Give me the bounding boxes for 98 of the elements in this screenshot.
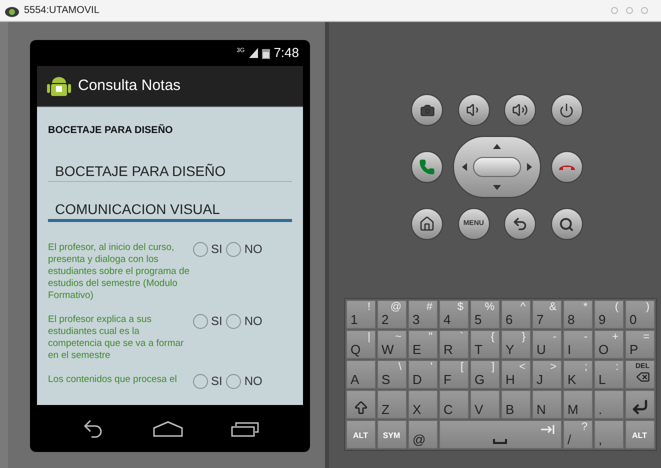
keyboard-key[interactable]: J > <box>532 360 562 389</box>
keyboard-key[interactable]: O + <box>594 330 624 359</box>
backspace-icon <box>636 370 650 384</box>
keyboard-key[interactable]: B <box>500 390 530 419</box>
radio-label: NO <box>244 241 262 258</box>
keyboard-key[interactable]: Y } <box>500 330 530 359</box>
radio-label: SI <box>211 373 222 390</box>
keyboard-key[interactable]: 3 # <box>408 300 438 329</box>
power-icon <box>559 102 574 118</box>
app-title: Consulta Notas <box>78 76 181 96</box>
keyboard-key[interactable]: 7 & <box>532 300 562 329</box>
keyboard-key[interactable]: D ' <box>408 360 438 389</box>
radio-button[interactable] <box>193 314 208 328</box>
keyboard-key[interactable]: , <box>594 420 624 449</box>
keyboard-key[interactable]: Z <box>376 390 406 419</box>
keyboard-key[interactable]: 1 ! <box>346 300 376 329</box>
keyboard-key[interactable]: L : <box>594 360 624 389</box>
keyboard-key[interactable]: I - <box>562 330 592 359</box>
keyboard-key[interactable]: Q | <box>346 330 376 359</box>
keyboard-key[interactable]: R ` <box>438 330 468 359</box>
radio-label: NO <box>244 373 262 390</box>
signal-icon <box>248 48 258 58</box>
keyboard-key[interactable]: F [ <box>438 360 468 389</box>
radio-label: SI <box>211 313 222 330</box>
left-arrow-icon <box>462 163 467 171</box>
shift-key[interactable] <box>346 390 376 419</box>
battery-icon <box>262 48 270 58</box>
keyboard-key[interactable]: 9 ( <box>594 300 624 329</box>
camera-icon <box>420 102 434 118</box>
volume-up-icon <box>512 102 528 118</box>
radio-label: NO <box>244 313 262 330</box>
up-arrow-icon <box>493 144 501 149</box>
radio-button[interactable] <box>226 314 242 328</box>
keyboard-key[interactable]: S \ <box>376 360 406 389</box>
radio-button[interactable] <box>193 374 208 388</box>
radio-button[interactable] <box>193 242 208 256</box>
space-icon <box>493 439 507 444</box>
subject-item[interactable]: COMUNICACION VISUAL <box>48 200 292 222</box>
down-arrow-icon <box>493 185 501 190</box>
keyboard-key[interactable]: C <box>438 390 468 419</box>
hang-up-icon <box>558 163 576 171</box>
camera-button[interactable] <box>411 94 443 126</box>
keyboard-key[interactable]: H < <box>500 360 530 389</box>
back-button[interactable] <box>504 208 536 240</box>
keyboard-key[interactable]: U - <box>532 330 562 359</box>
android-icon <box>47 74 71 98</box>
phone-icon <box>419 159 435 175</box>
tab-icon <box>540 425 554 434</box>
keyboard-key[interactable]: M <box>562 390 592 419</box>
keyboard-key[interactable]: 2 @ <box>376 300 406 329</box>
app-icon <box>5 4 19 16</box>
recent-apps-icon[interactable] <box>231 420 259 436</box>
keyboard-key[interactable]: 5 % <box>470 300 500 329</box>
keyboard-key[interactable]: . <box>594 390 624 419</box>
volume-down-button[interactable] <box>458 94 490 126</box>
keyboard-key[interactable]: V <box>470 390 500 419</box>
keyboard-key[interactable]: E " <box>408 330 438 359</box>
back-icon <box>512 216 528 232</box>
call-button[interactable] <box>411 151 443 183</box>
question-text: Los contenidos que procesa el <box>48 373 178 386</box>
keyboard-key[interactable]: T { <box>470 330 500 359</box>
status-time: 7:48 <box>274 44 299 62</box>
subject-heading: BOCETAJE PARA DISEÑO <box>48 123 174 138</box>
keyboard-key[interactable]: W ~ <box>376 330 406 359</box>
keyboard-key[interactable]: ALT <box>346 420 376 449</box>
power-button[interactable] <box>550 94 583 126</box>
keyboard-key[interactable]: N <box>532 390 562 419</box>
keyboard-key[interactable]: 6 ^ <box>500 300 530 329</box>
keyboard-key[interactable]: K ; <box>562 360 592 389</box>
shift-icon <box>352 400 368 416</box>
radio-button[interactable] <box>226 374 242 388</box>
keyboard-key[interactable]: 8 * <box>562 300 592 329</box>
subject-item[interactable]: BOCETAJE PARA DISEÑO <box>48 162 292 182</box>
keyboard-key[interactable]: G ] <box>470 360 500 389</box>
enter-icon <box>630 398 648 416</box>
search-button[interactable] <box>550 208 583 240</box>
radio-button[interactable] <box>226 242 242 256</box>
keyboard-key[interactable]: 4 $ <box>438 300 468 329</box>
end-call-button[interactable] <box>551 151 583 183</box>
keyboard-key[interactable]: X <box>408 390 438 419</box>
keyboard-key[interactable]: / ? <box>562 420 592 449</box>
window-title: 5554:UTAMOVIL <box>24 4 100 18</box>
keyboard-key[interactable]: @ <box>408 420 438 449</box>
keyboard-key[interactable]: A <box>346 360 376 389</box>
keyboard-key[interactable]: 0 ) <box>624 300 654 329</box>
home-button[interactable] <box>411 208 443 240</box>
keyboard-key[interactable]: P = <box>624 330 654 359</box>
home-icon <box>419 216 435 232</box>
question-text: El profesor, al inicio del curso, presenta y dialoga con los estudiantes sobre el programa de estudios del semestre (Modulo Formativo) <box>48 241 191 302</box>
enter-key[interactable] <box>624 390 654 419</box>
keyboard-key[interactable]: ALT <box>624 420 654 449</box>
right-arrow-icon <box>527 163 532 171</box>
volume-up-button[interactable] <box>504 94 536 126</box>
question-text: El profesor explica a sus estudiantes cual es la competencia que se va a formar en el semestre <box>48 313 185 362</box>
search-icon <box>559 216 574 232</box>
radio-label: SI <box>211 241 222 258</box>
home-icon[interactable] <box>153 420 183 436</box>
keyboard-key[interactable]: SYM <box>376 420 406 449</box>
